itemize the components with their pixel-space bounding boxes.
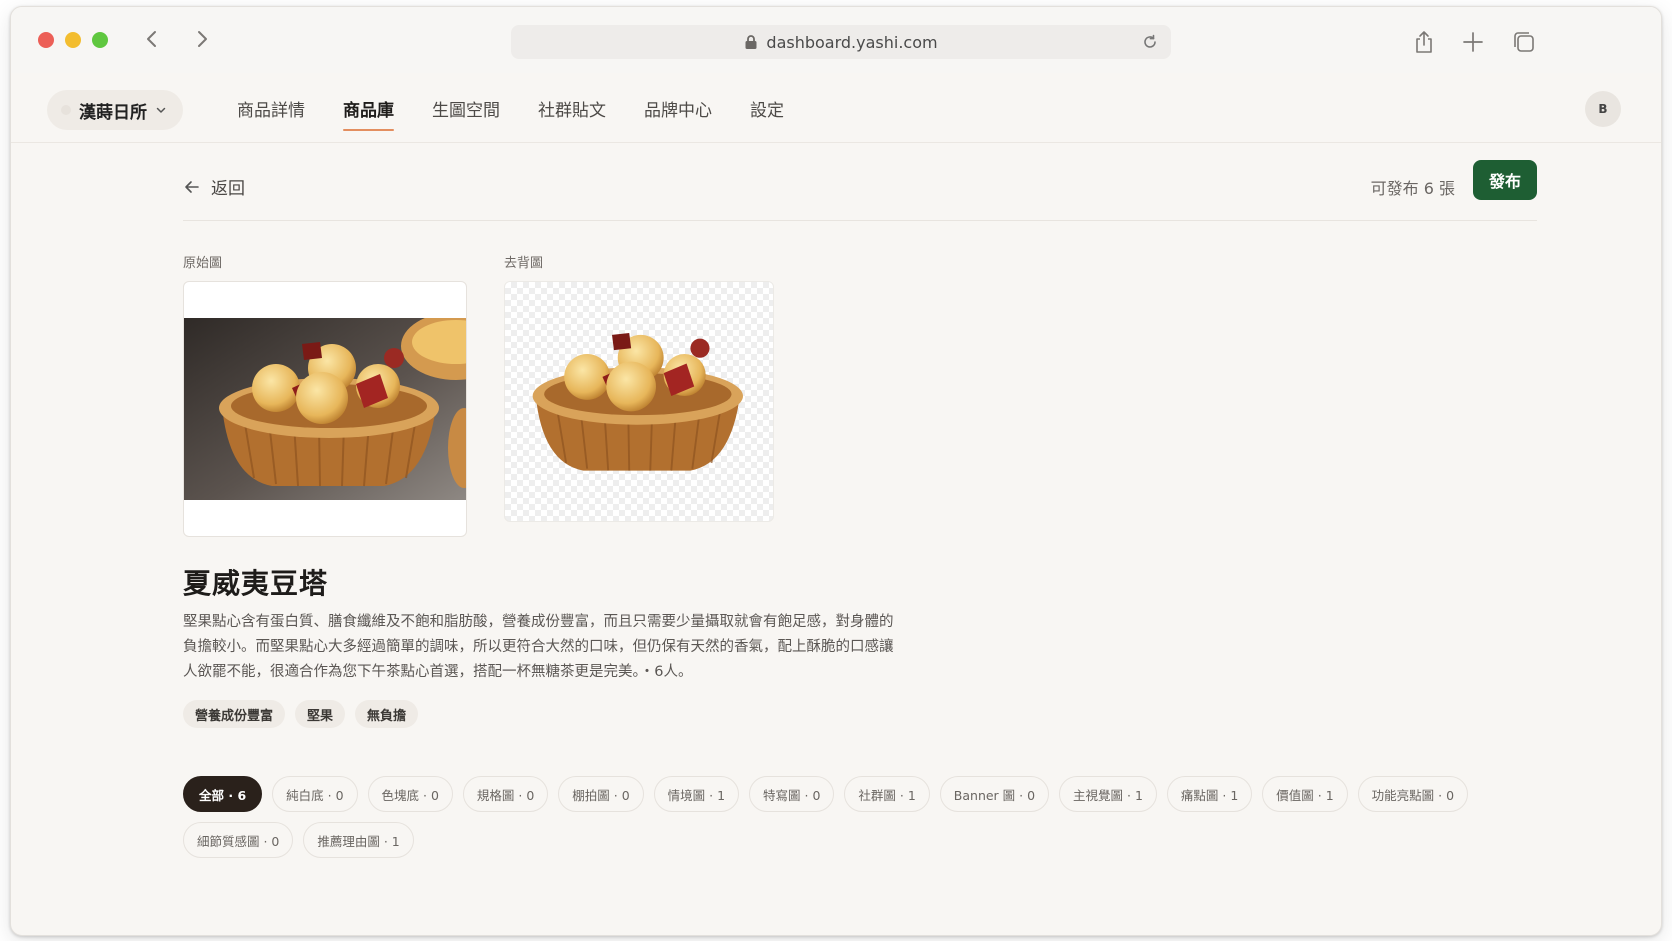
- avatar[interactable]: B: [1585, 91, 1621, 127]
- filter-chip-scene[interactable]: 情境圖 · 1: [653, 776, 740, 812]
- feature-tag: 無負擔: [355, 700, 419, 728]
- arrow-left-icon: [185, 180, 199, 193]
- product-name: 夏威夷豆塔: [183, 567, 329, 600]
- filter-chip-value[interactable]: 價值圖 · 1: [1262, 776, 1348, 812]
- feature-tag: 堅果: [295, 700, 346, 728]
- new-tab-icon[interactable]: [1460, 29, 1486, 55]
- filter-chip-detail[interactable]: 細節質感圖 · 0: [183, 822, 294, 858]
- tab-product-details[interactable]: 商品詳情: [237, 73, 305, 143]
- forward-arrow-icon[interactable]: [190, 27, 214, 51]
- tab-overview-icon[interactable]: [1511, 29, 1537, 55]
- tab-social-posts[interactable]: 社群貼文: [538, 73, 606, 143]
- tab-product-library[interactable]: 商品庫: [343, 73, 394, 143]
- tab-brand-center[interactable]: 品牌中心: [644, 73, 712, 143]
- reload-icon[interactable]: [1141, 33, 1159, 51]
- available-count: 可發布 6 張: [1370, 179, 1455, 198]
- original-image[interactable]: [183, 281, 467, 537]
- filter-chip-white-bg[interactable]: 純白底 · 0: [272, 776, 358, 812]
- url-text: dashboard.yashi.com: [766, 32, 938, 52]
- browser-window: dashboard.yashi.com 漢蒔日所 商品詳情 商品庫 生圖空間 社…: [10, 6, 1662, 936]
- product-cutout: [532, 332, 743, 471]
- feature-tag: 營養成份豐富: [183, 700, 286, 728]
- browser-titlebar: dashboard.yashi.com: [11, 7, 1661, 73]
- tab-settings[interactable]: 設定: [750, 73, 784, 143]
- filter-chip-color-bg[interactable]: 色塊底 · 0: [367, 776, 453, 812]
- back-label: 返回: [211, 179, 245, 199]
- removed-bg-image[interactable]: [504, 281, 774, 522]
- filter-chip-closeup[interactable]: 特寫圖 · 0: [749, 776, 835, 812]
- back-arrow-icon[interactable]: [140, 27, 164, 51]
- filter-chip-spec[interactable]: 規格圖 · 0: [462, 776, 549, 812]
- filter-chip-all[interactable]: 全部 · 6: [183, 776, 263, 812]
- main-content: 返回 可發布 6 張 發布 原始圖 去背圖 夏威夷豆塔 堅果點心含有蛋白質、膳食…: [11, 144, 1661, 935]
- tab-image-studio[interactable]: 生圖空間: [432, 73, 500, 143]
- publish-button[interactable]: 發布: [1473, 160, 1537, 200]
- main-nav: 商品詳情 商品庫 生圖空間 社群貼文 品牌中心 設定: [237, 73, 822, 143]
- brand-name: 漢蒔日所: [79, 102, 147, 123]
- original-image-label: 原始圖: [183, 256, 223, 271]
- lock-icon: [745, 35, 757, 49]
- filter-chip-social[interactable]: 社群圖 · 1: [844, 776, 930, 812]
- divider: [183, 220, 1537, 221]
- product-photo: [184, 318, 466, 500]
- filter-chip-banner[interactable]: Banner 圖 · 0: [939, 776, 1050, 812]
- filter-chip-feature[interactable]: 功能亮點圖 · 0: [1357, 776, 1469, 812]
- app-header: 漢蒔日所 商品詳情 商品庫 生圖空間 社群貼文 品牌中心 設定 B: [11, 73, 1661, 143]
- share-icon[interactable]: [1411, 29, 1437, 55]
- chevron-down-icon: [156, 107, 166, 113]
- address-bar[interactable]: dashboard.yashi.com: [511, 25, 1171, 59]
- feature-tags: 營養成份豐富 堅果 無負擔: [183, 700, 419, 728]
- filter-chip-pain-point[interactable]: 痛點圖 · 1: [1166, 776, 1253, 812]
- brand-logo: [61, 105, 71, 115]
- removed-bg-image-label: 去背圖: [504, 256, 544, 271]
- minimize-window-button[interactable]: [65, 32, 81, 48]
- close-window-button[interactable]: [38, 32, 54, 48]
- filter-chip-reasons[interactable]: 推薦理由圖 · 1: [303, 822, 414, 858]
- image-type-filters: 全部 · 6 純白底 · 0 色塊底 · 0 規格圖 · 0 棚拍圖 · 0 情…: [183, 776, 1483, 858]
- filter-chip-key-visual[interactable]: 主視覺圖 · 1: [1059, 776, 1157, 812]
- brand-switcher[interactable]: 漢蒔日所: [47, 90, 183, 130]
- filter-chip-studio[interactable]: 棚拍圖 · 0: [558, 776, 644, 812]
- zoom-window-button[interactable]: [92, 32, 108, 48]
- back-link[interactable]: 返回: [183, 174, 245, 199]
- product-description: 堅果點心含有蛋白質、膳食纖維及不飽和脂肪酸，營養成份豐富，而且只需要少量攝取就會…: [183, 614, 894, 680]
